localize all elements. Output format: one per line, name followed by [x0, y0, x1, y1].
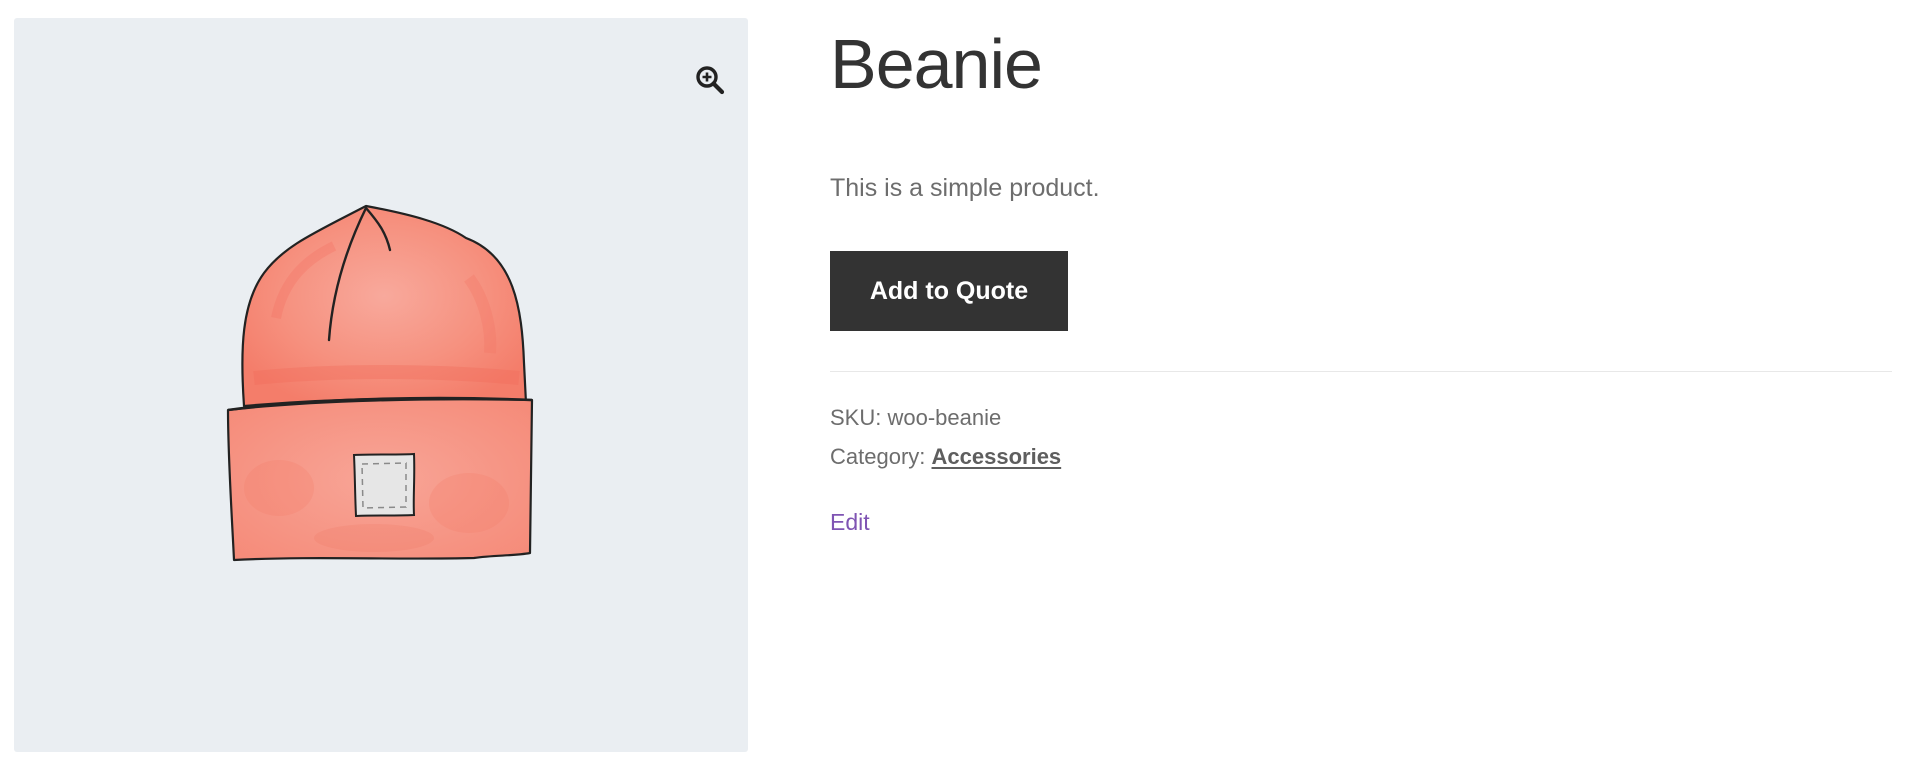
- edit-product-link[interactable]: Edit: [830, 508, 870, 536]
- product-page: Beanie This is a simple product. Add to …: [0, 0, 1920, 768]
- product-gallery: [14, 18, 748, 752]
- zoom-button[interactable]: [680, 50, 740, 110]
- product-category: Category: Accessories: [830, 443, 1061, 471]
- divider: [830, 371, 1892, 372]
- sku-label: SKU:: [830, 405, 882, 430]
- add-to-quote-button[interactable]: Add to Quote: [830, 251, 1068, 331]
- product-short-description: This is a simple product.: [830, 174, 1100, 202]
- product-image[interactable]: [14, 18, 748, 752]
- zoom-in-icon: [696, 66, 725, 95]
- category-label: Category:: [830, 444, 926, 469]
- sku-value: woo-beanie: [887, 405, 1002, 430]
- product-title: Beanie: [830, 25, 1043, 103]
- product-sku: SKU: woo-beanie: [830, 404, 1001, 432]
- category-link-accessories[interactable]: Accessories: [932, 444, 1062, 469]
